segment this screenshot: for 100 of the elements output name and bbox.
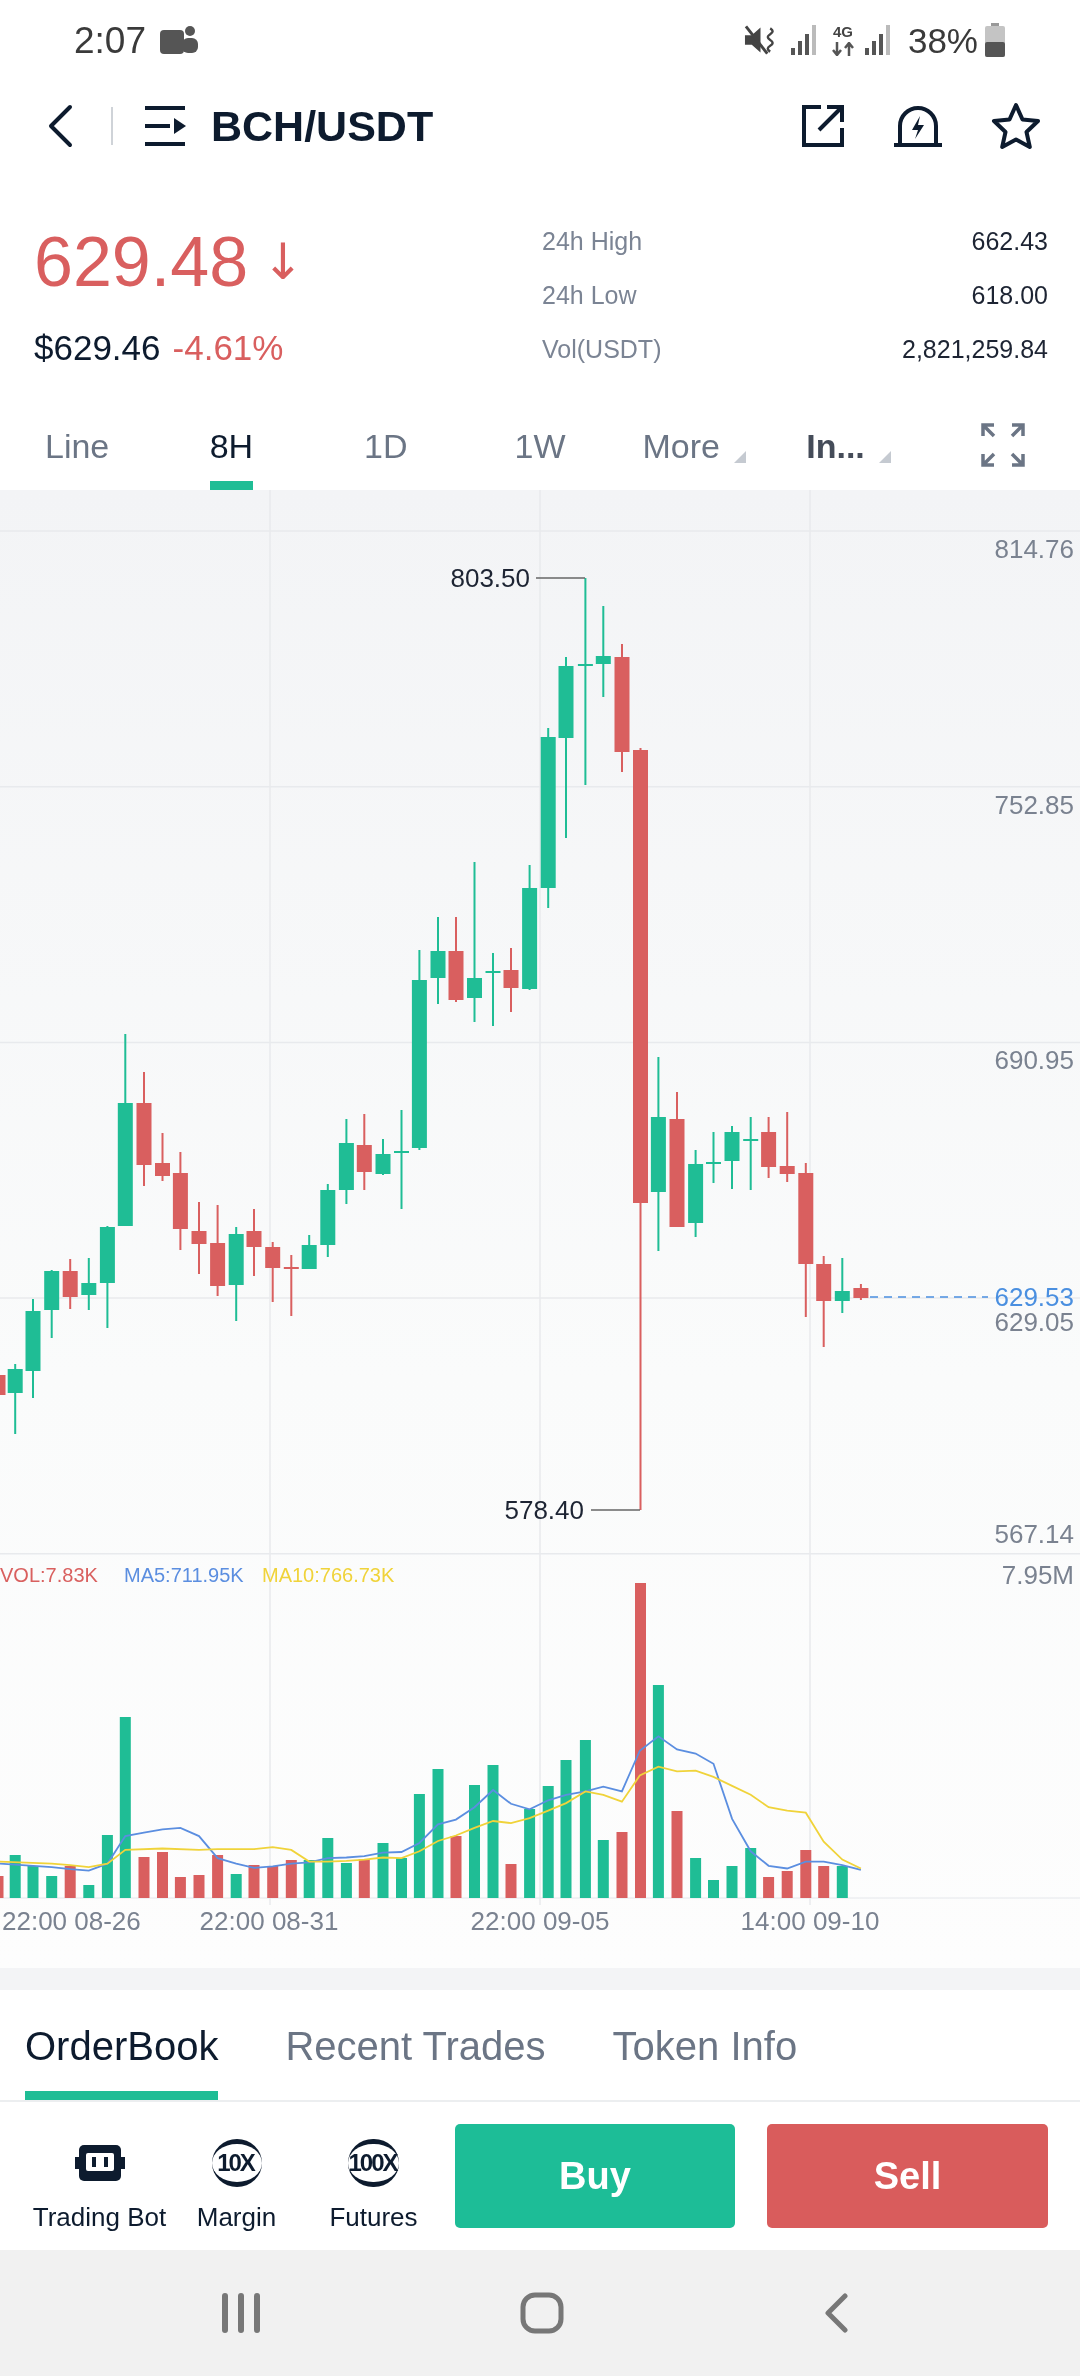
stat-label: 24h High: [542, 226, 643, 256]
price-change: -4.61%: [172, 328, 284, 368]
volume-bar: [690, 1858, 702, 1898]
volume-bar: [340, 1863, 352, 1898]
volume-bar: [836, 1866, 848, 1898]
candle: [81, 1258, 97, 1310]
volume-bar: [101, 1835, 113, 1898]
battery-icon: [985, 23, 1005, 57]
volume-bar: [597, 1840, 609, 1898]
time-axis-label: 22:00 08-31: [199, 1906, 339, 1936]
volume-bar: [248, 1865, 260, 1898]
last-price: 629.48: [34, 222, 249, 302]
pair-title[interactable]: BCH/USDT: [211, 101, 434, 151]
volume-axis-label: 7.95M: [1001, 1560, 1074, 1590]
leader-line: [590, 1509, 641, 1511]
volume-bar: [616, 1832, 628, 1898]
leverage-badge: 10X: [211, 2139, 262, 2187]
menu-icon[interactable]: [143, 105, 187, 147]
buy-button[interactable]: Buy: [455, 2124, 735, 2228]
section-tab[interactable]: Recent Trades: [285, 1990, 546, 2100]
sell-button[interactable]: Sell: [767, 2124, 1048, 2228]
volume-bar: [322, 1838, 334, 1898]
candle: [246, 1209, 262, 1276]
volume-bar: [763, 1877, 775, 1898]
caret-icon: [878, 450, 891, 463]
time-axis-label: 22:00 08-26: [2, 1906, 141, 1936]
candle: [155, 1133, 170, 1181]
status-time: 2:07: [74, 21, 146, 59]
volume-bar: [708, 1880, 719, 1898]
robot-icon: [74, 2145, 125, 2181]
volume-bar: [726, 1866, 738, 1898]
interval-tab[interactable]: 1W: [514, 400, 566, 490]
volume-bar: [174, 1877, 186, 1898]
stat-value: 662.43: [971, 226, 1048, 256]
share-icon[interactable]: [801, 104, 845, 148]
interval-dropdown[interactable]: In...: [806, 400, 891, 490]
volume-bar: [157, 1852, 168, 1898]
candle: [191, 1202, 207, 1274]
candle: [761, 1117, 777, 1178]
volume-bar: [358, 1859, 370, 1898]
price-axis-label: 752.85: [994, 790, 1074, 820]
volume-bar: [9, 1855, 21, 1898]
volume-bar: [46, 1876, 58, 1898]
stat-value: 2,821,259.84: [902, 334, 1048, 364]
time-axis-label: 14:00 09-10: [740, 1906, 880, 1936]
volume-bar: [800, 1850, 812, 1898]
signal-icon: [790, 25, 819, 55]
candle: [503, 948, 519, 1012]
recent-apps-icon[interactable]: [222, 2293, 260, 2333]
candle: [375, 1139, 391, 1175]
volume-bar: [230, 1874, 242, 1898]
home-icon[interactable]: [520, 2292, 564, 2334]
interval-tab[interactable]: 1D: [363, 400, 408, 490]
volume-bar: [138, 1857, 150, 1898]
time-axis-label: 22:00 09-05: [470, 1906, 610, 1936]
price-axis-label: 567.14: [994, 1519, 1074, 1549]
volume-bar: [818, 1866, 830, 1898]
volume-bar: [505, 1864, 517, 1898]
volume-legend-label: VOL:7.83K: [0, 1564, 98, 1586]
mute-icon: [743, 23, 777, 57]
interval-dropdown[interactable]: More: [642, 400, 746, 490]
candle: [283, 1255, 299, 1316]
volume-bar: [212, 1855, 224, 1898]
volume-bar: [396, 1858, 407, 1898]
volume-bar: [377, 1843, 389, 1898]
back-icon[interactable]: [47, 104, 73, 148]
data-arrows-icon: [831, 42, 854, 56]
shortcut-item[interactable]: 100X Futures: [305, 2102, 442, 2250]
candle: [706, 1132, 721, 1183]
caret-icon: [734, 450, 746, 463]
price-axis-label: 814.76: [994, 534, 1074, 564]
fiat-price: $629.46: [34, 328, 161, 368]
candle: [62, 1259, 78, 1309]
volume-bar: [303, 1860, 315, 1898]
candle: [779, 1112, 795, 1182]
expand-icon[interactable]: [980, 423, 1025, 467]
signal-icon: [864, 25, 893, 55]
trend-arrow: ↓: [262, 232, 304, 292]
volume-bar: [285, 1860, 297, 1898]
candle: [834, 1258, 850, 1313]
shortcut-item[interactable]: 10X Margin: [168, 2102, 305, 2250]
candle: [44, 1270, 60, 1338]
candle: [265, 1242, 281, 1302]
volume-legend-label: MA10:766.73K: [262, 1564, 395, 1586]
volume-bar: [450, 1836, 462, 1898]
low-price-label: 578.40: [504, 1495, 584, 1525]
high-price-label: 803.50: [450, 563, 530, 593]
section-tab[interactable]: Token Info: [612, 1990, 798, 2100]
volume-bar: [267, 1866, 279, 1898]
interval-tab[interactable]: Line: [45, 400, 110, 490]
candle: [724, 1126, 740, 1189]
candle: [853, 1284, 869, 1300]
stat-label: 24h Low: [542, 280, 637, 310]
volume-bar: [193, 1875, 205, 1898]
volume-bar: [0, 1876, 4, 1898]
candle: [301, 1235, 317, 1269]
star-icon[interactable]: [991, 102, 1041, 150]
shortcut-item[interactable]: Trading Bot: [31, 2102, 168, 2250]
network-type-label: 4G: [832, 24, 853, 40]
alarm-icon[interactable]: [893, 104, 943, 148]
